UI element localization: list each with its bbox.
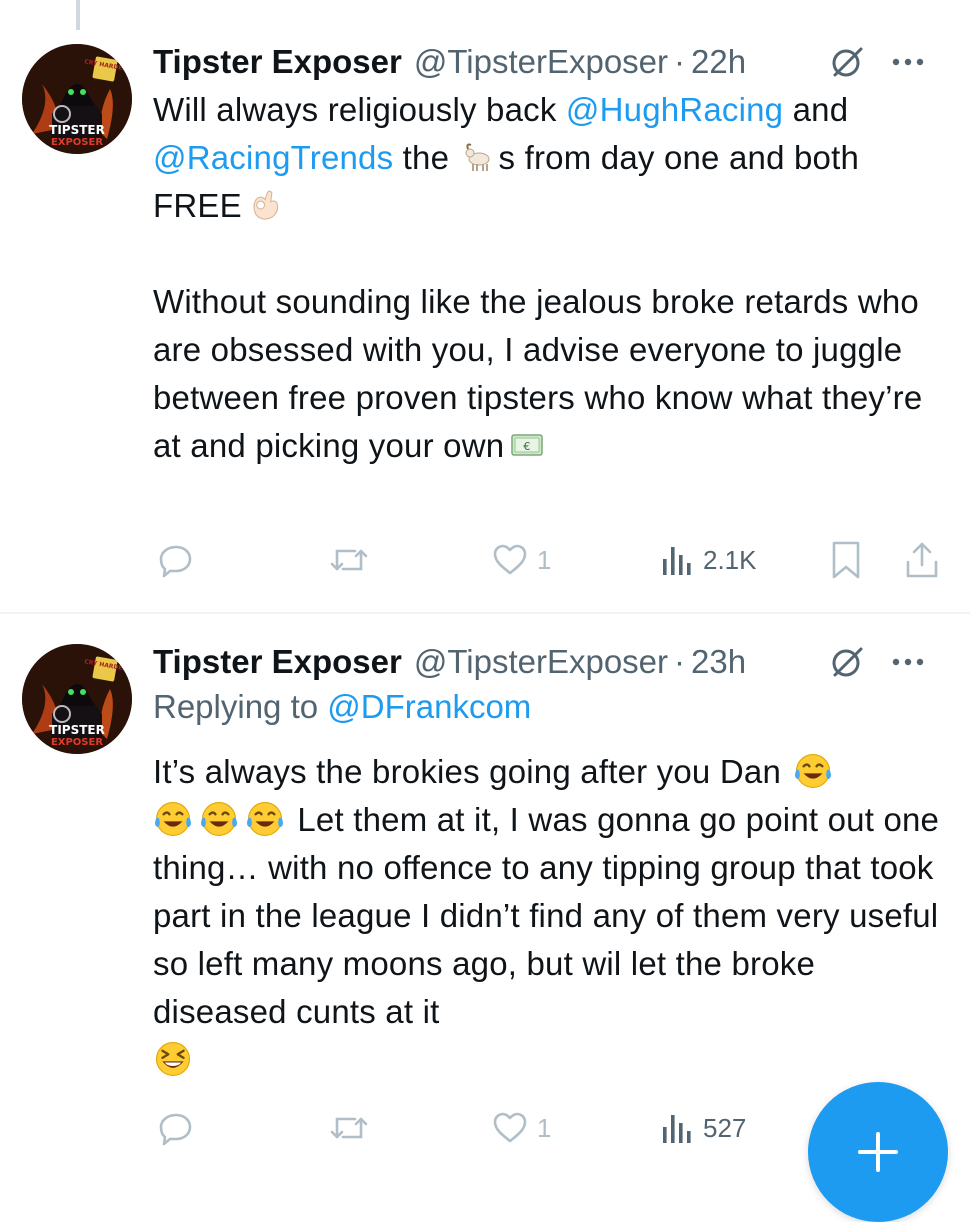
tears-of-joy-emoji [201, 802, 237, 837]
heart-icon [493, 544, 527, 575]
more-icon[interactable] [888, 44, 928, 80]
tweet-header: Tipster Exposer @TipsterExposer · 22h [153, 40, 950, 84]
reply-icon [159, 545, 192, 578]
display-name[interactable]: Tipster Exposer [153, 643, 402, 681]
more-icon[interactable] [888, 644, 928, 680]
tweet-paragraph: Without sounding like the jealous broke … [153, 278, 943, 470]
share-button[interactable] [903, 538, 941, 582]
user-handle[interactable]: @TipsterExposer [414, 643, 668, 681]
reply-button[interactable] [157, 1106, 203, 1150]
tears-of-joy-emoji [247, 802, 283, 837]
timestamp[interactable]: 23h [691, 643, 746, 681]
like-count: 1 [537, 544, 552, 575]
avatar-label-bottom: EXPOSER [51, 737, 103, 748]
tears-of-joy-emoji [795, 754, 832, 789]
avatar[interactable]: CRY HARDER TIPSTER EXPOSER [22, 44, 132, 154]
mention-link[interactable]: @HughRacing [566, 91, 783, 128]
tweet[interactable]: CRY HARDER TIPSTER EXPOSER Tipster Expos… [0, 0, 970, 612]
view-count: 2.1K [703, 544, 757, 575]
tweet-text: Will always religiously back @HughRacing… [153, 86, 943, 470]
grok-icon[interactable] [829, 644, 865, 680]
svg-text:€: € [524, 440, 531, 453]
avatar-image: CRY HARDER TIPSTER EXPOSER [22, 644, 132, 754]
retweet-icon [330, 1117, 368, 1139]
avatar-label-top: TIPSTER [49, 123, 105, 137]
avatar[interactable]: CRY HARDER TIPSTER EXPOSER [22, 644, 132, 754]
views-button[interactable]: 527 [659, 1106, 746, 1150]
views-icon [663, 547, 691, 575]
timestamp[interactable]: 22h [691, 43, 746, 81]
goat-emoji [465, 143, 490, 172]
retweet-button[interactable] [329, 1106, 377, 1150]
tweet-paragraph: It’s always the brokies going after you … [153, 748, 943, 1084]
ok-hand-emoji [253, 190, 278, 220]
text-segment: the [393, 139, 459, 176]
text-segment: and [783, 91, 849, 128]
bookmark-icon [832, 541, 860, 579]
compose-button[interactable] [808, 1082, 948, 1222]
retweet-button[interactable] [329, 538, 377, 582]
display-name[interactable]: Tipster Exposer [153, 43, 402, 81]
mention-link[interactable]: @RacingTrends [153, 139, 393, 176]
like-button[interactable]: 1 [491, 1106, 551, 1150]
heart-icon [493, 1112, 527, 1143]
reply-button[interactable] [157, 538, 203, 582]
view-count: 527 [703, 1112, 747, 1143]
mention-link[interactable]: @DFrankcom [327, 688, 531, 725]
tweet-actions: 1 2.1K [153, 538, 953, 582]
tweet-text: It’s always the brokies going after you … [153, 748, 943, 1084]
avatar-label-bottom: EXPOSER [51, 137, 103, 148]
share-icon [906, 542, 938, 578]
avatar-image: CRY HARDER TIPSTER EXPOSER [22, 44, 132, 154]
bookmark-button[interactable] [829, 538, 863, 582]
plus-icon [858, 1132, 898, 1172]
views-icon [663, 1115, 691, 1143]
retweet-icon [330, 549, 368, 571]
text-segment: It’s always the brokies going after you … [153, 753, 781, 790]
euro-banknote-emoji: € [511, 434, 544, 457]
separator-dot: · [674, 643, 686, 680]
avatar-label-top: TIPSTER [49, 723, 105, 737]
tweet-header: Tipster Exposer @TipsterExposer · 23h [153, 640, 950, 684]
tweet-paragraph: Will always religiously back @HughRacing… [153, 86, 943, 230]
tears-of-joy-emoji [155, 802, 191, 837]
replying-label: Replying to [153, 688, 328, 725]
user-handle[interactable]: @TipsterExposer [414, 43, 668, 81]
separator-dot: · [674, 43, 686, 80]
grinning-squinting-emoji [155, 1042, 191, 1077]
text-segment: Will always religiously back [153, 91, 566, 128]
views-button[interactable]: 2.1K [659, 538, 757, 582]
like-button[interactable]: 1 [491, 538, 551, 582]
grok-icon[interactable] [829, 44, 865, 80]
reply-icon [159, 1113, 192, 1146]
replying-to: Replying to @DFrankcom [153, 688, 531, 726]
like-count: 1 [537, 1112, 552, 1143]
